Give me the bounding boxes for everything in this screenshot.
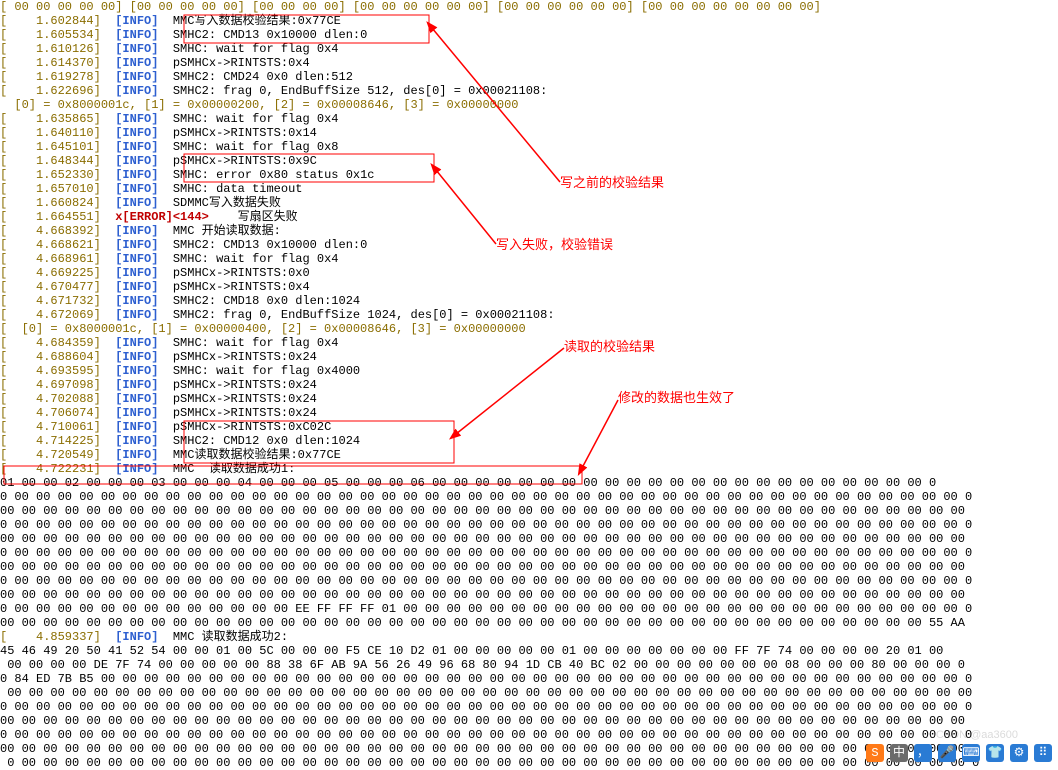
log-line-mid: [ 4.859337] [INFO] MMC 读取数据成功2: — [0, 630, 1058, 644]
log-line: [ 1.610126] [INFO] SMHC: wait for flag 0… — [0, 42, 1058, 56]
ime-tray: S 中 ， 🎤 ⌨ 👕 ⚙ ⠿ — [866, 744, 1052, 762]
log-line: [ 4.722231] [INFO] MMC 读取数据成功1: — [0, 462, 1058, 476]
annotation-before-write: 写之前的校验结果 — [560, 176, 664, 190]
log-line: [0] = 0x8000001c, [1] = 0x00000200, [2] … — [0, 98, 1058, 112]
log-line: [ 4.671732] [INFO] SMHC2: CMD18 0x0 dlen… — [0, 294, 1058, 308]
annotation-write-fail: 写入失败，校验错误 — [496, 238, 613, 252]
log-line: [ 4.670477] [INFO] pSMHCx->RINTSTS:0x4 — [0, 280, 1058, 294]
toolbox-icon[interactable]: ⠿ — [1034, 744, 1052, 762]
log-line: [ 4.706074] [INFO] pSMHCx->RINTSTS:0x24 — [0, 406, 1058, 420]
log-line: [ 1.657010] [INFO] SMHC: data timeout — [0, 182, 1058, 196]
log-line: [ 4.672069] [INFO] SMHC2: frag 0, EndBuf… — [0, 308, 1058, 322]
log-line: [ 4.693595] [INFO] SMHC: wait for flag 0… — [0, 364, 1058, 378]
log-line: [ 1.602844] [INFO] MMC写入数据校验结果:0x77CE — [0, 14, 1058, 28]
hex-header-line: [ 00 00 00 00 00] [00 00 00 00 00] [00 0… — [0, 0, 1058, 14]
terminal-screenshot: [ 00 00 00 00 00] [00 00 00 00 00] [00 0… — [0, 0, 1058, 770]
log-line: [ 1.622696] [INFO] SMHC2: frag 0, EndBuf… — [0, 84, 1058, 98]
log-line: [ 4.668961] [INFO] SMHC: wait for flag 0… — [0, 252, 1058, 266]
settings-icon[interactable]: ⚙ — [1010, 744, 1028, 762]
skin-icon[interactable]: 👕 — [986, 744, 1004, 762]
log-line: [ [0] = 0x8000001c, [1] = 0x00000400, [2… — [0, 322, 1058, 336]
log-line: [ 4.714225] [INFO] SMHC2: CMD12 0x0 dlen… — [0, 434, 1058, 448]
hex-dump-1: 01 00 00 02 00 00 00 03 00 00 00 04 00 0… — [0, 476, 1058, 630]
log-line: [ 1.660824] [INFO] SDMMC写入数据失败 — [0, 196, 1058, 210]
ime-lang-icon[interactable]: 中 — [890, 744, 908, 762]
mic-icon[interactable]: 🎤 — [938, 744, 956, 762]
log-line: [ 4.710061] [INFO] pSMHCx->RINTSTS:0xC02… — [0, 420, 1058, 434]
log-line: [ 4.668392] [INFO] MMC 开始读取数据: — [0, 224, 1058, 238]
log-line: [ 4.720549] [INFO] MMC读取数据校验结果:0x77CE — [0, 448, 1058, 462]
log-line: [ 1.652330] [INFO] SMHC: error 0x80 stat… — [0, 168, 1058, 182]
log-line: [ 1.640110] [INFO] pSMHCx->RINTSTS:0x14 — [0, 126, 1058, 140]
log-line: [ 4.688604] [INFO] pSMHCx->RINTSTS:0x24 — [0, 350, 1058, 364]
log-line: [ 1.619278] [INFO] SMHC2: CMD24 0x0 dlen… — [0, 70, 1058, 84]
log-line: [ 1.664551] x[ERROR]<144> 写扇区失败 — [0, 210, 1058, 224]
log-line: [ 1.645101] [INFO] SMHC: wait for flag 0… — [0, 140, 1058, 154]
log-line: [ 4.669225] [INFO] pSMHCx->RINTSTS:0x0 — [0, 266, 1058, 280]
log-line: [ 4.684359] [INFO] SMHC: wait for flag 0… — [0, 336, 1058, 350]
annotation-data-effective: 修改的数据也生效了 — [618, 391, 735, 405]
log-line: [ 1.605534] [INFO] SMHC2: CMD13 0x10000 … — [0, 28, 1058, 42]
log-line: [ 1.614370] [INFO] pSMHCx->RINTSTS:0x4 — [0, 56, 1058, 70]
log-line: [ 1.635865] [INFO] SMHC: wait for flag 0… — [0, 112, 1058, 126]
punctuation-icon[interactable]: ， — [914, 744, 932, 762]
log-line: [ 4.697098] [INFO] pSMHCx->RINTSTS:0x24 — [0, 378, 1058, 392]
watermark: CSDN @aa3600 — [936, 728, 1018, 742]
keyboard-icon[interactable]: ⌨ — [962, 744, 980, 762]
log-line: [ 1.648344] [INFO] pSMHCx->RINTSTS:0x9C — [0, 154, 1058, 168]
sogou-logo-icon[interactable]: S — [866, 744, 884, 762]
log-line: [ 4.702088] [INFO] pSMHCx->RINTSTS:0x24 — [0, 392, 1058, 406]
annotation-read-result: 读取的校验结果 — [564, 340, 655, 354]
